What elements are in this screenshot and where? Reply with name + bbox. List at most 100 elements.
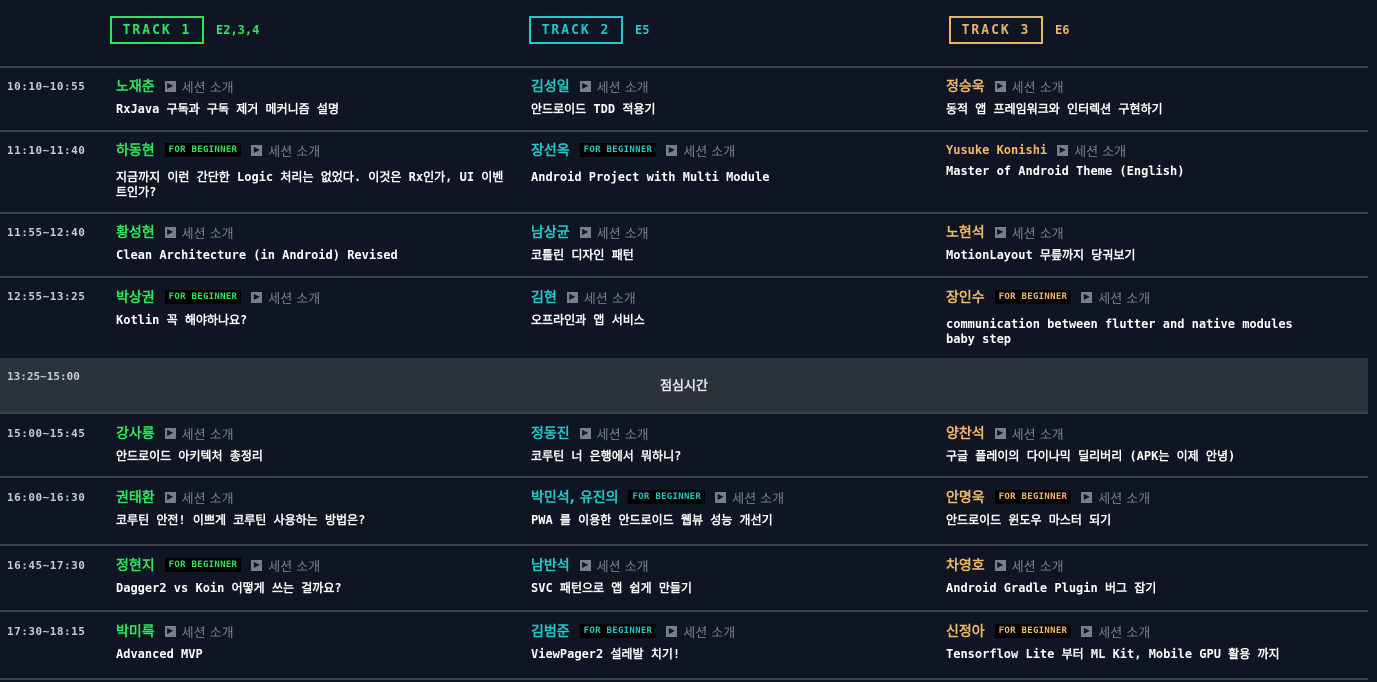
session-intro-link[interactable]: ▶ 세션 소개 [164, 488, 234, 507]
session-intro-link[interactable]: ▶ 세션 소개 [1057, 141, 1126, 160]
video-icon: ▶ [164, 226, 176, 238]
session-title: 오프라인과 앱 서비스 [531, 313, 645, 327]
session-title: Advanced MVP [116, 647, 203, 661]
divider [0, 544, 1368, 546]
video-icon: ▶ [566, 291, 578, 303]
speaker-name: 남상균 [531, 225, 570, 241]
session-cell: 장선옥 FOR BEGINNER ▶ 세션 소개 Android Project … [531, 140, 931, 185]
session-intro-link[interactable]: ▶ 세션 소개 [579, 556, 649, 575]
session-intro-link[interactable]: ▶ 세션 소개 [164, 424, 234, 443]
speaker-name: 차영호 [946, 558, 985, 574]
track-3-header: TRACK 3 E6 [949, 16, 1069, 44]
session-intro-link[interactable]: ▶ 세션 소개 [164, 77, 234, 96]
speaker-name: 하동현 [116, 143, 155, 159]
session-cell: 권태환 ▶ 세션 소개 코루틴 안전! 이쁘게 코루틴 사용하는 방법은? [116, 487, 516, 528]
session-cell: 박상권 FOR BEGINNER ▶ 세션 소개 Kotlin 꼭 해야하나요? [116, 287, 516, 328]
session-title: 코루틴 너 은행에서 뭐하니? [531, 449, 682, 463]
session-intro-link[interactable]: ▶ 세션 소개 [566, 288, 636, 307]
session-cell: Yusuke Konishi ▶ 세션 소개 Master of Android … [946, 140, 1346, 179]
intro-label: 세션 소개 [1098, 625, 1151, 641]
speaker-name: 김범준 [531, 624, 570, 640]
session-title: Kotlin 꼭 해야하나요? [116, 313, 248, 327]
session-intro-link[interactable]: ▶ 세션 소개 [666, 622, 735, 641]
intro-label: 세션 소개 [268, 144, 321, 160]
video-icon: ▶ [1081, 491, 1093, 503]
intro-label: 세션 소개 [268, 559, 321, 575]
session-intro-link[interactable]: ▶ 세션 소개 [251, 288, 320, 307]
divider [0, 678, 1368, 680]
beginner-badge: FOR BEGINNER [164, 143, 242, 157]
divider [0, 130, 1368, 132]
video-icon: ▶ [164, 80, 176, 92]
intro-label: 세션 소개 [181, 625, 234, 641]
session-cell: 정승욱 ▶ 세션 소개 동적 앱 프레임워크와 인터렉션 구현하기 [946, 76, 1346, 117]
session-intro-link[interactable]: ▶ 세션 소개 [994, 77, 1064, 96]
video-icon: ▶ [666, 625, 678, 637]
beginner-badge: FOR BEGINNER [164, 290, 242, 304]
session-title: 코틀린 디자인 패턴 [531, 248, 634, 262]
divider [0, 66, 1368, 68]
speaker-name: Yusuke Konishi [946, 143, 1048, 157]
divider [0, 212, 1368, 214]
session-intro-link[interactable]: ▶ 세션 소개 [579, 223, 649, 242]
intro-label: 세션 소개 [683, 625, 736, 641]
session-intro-link[interactable]: ▶ 세션 소개 [715, 488, 784, 507]
session-cell: 양찬석 ▶ 세션 소개 구글 플레이의 다이나믹 딜리버리 (APK는 이제 안녕… [946, 423, 1356, 464]
track-2-header: TRACK 2 E5 [529, 16, 649, 44]
track-1-header: TRACK 1 E2,3,4 [110, 16, 259, 44]
session-intro-link[interactable]: ▶ 세션 소개 [1081, 622, 1150, 641]
session-intro-link[interactable]: ▶ 세션 소개 [666, 141, 735, 160]
beginner-badge: FOR BEGINNER [628, 490, 706, 504]
speaker-name: 장선옥 [531, 143, 570, 159]
time-slot: 17:30~18:15 [7, 625, 86, 638]
session-cell: 김범준 FOR BEGINNER ▶ 세션 소개 ViewPager2 설레발 치… [531, 621, 931, 662]
session-intro-link[interactable]: ▶ 세션 소개 [994, 223, 1064, 242]
session-title: Tensorflow Lite 부터 ML Kit, Mobile GPU 활용… [946, 647, 1280, 661]
track-2-label: TRACK 2 [529, 16, 623, 44]
video-icon: ▶ [164, 427, 176, 439]
session-title: 안드로이드 윈도우 마스터 되기 [946, 513, 1112, 527]
beginner-badge: FOR BEGINNER [579, 624, 657, 638]
session-intro-link[interactable]: ▶ 세션 소개 [1081, 288, 1150, 307]
session-intro-link[interactable]: ▶ 세션 소개 [994, 556, 1064, 575]
session-intro-link[interactable]: ▶ 세션 소개 [251, 556, 320, 575]
session-cell: 정현지 FOR BEGINNER ▶ 세션 소개 Dagger2 vs Koin … [116, 555, 516, 596]
beginner-badge: FOR BEGINNER [994, 624, 1072, 638]
track-1-room: E2,3,4 [216, 23, 260, 37]
session-intro-link[interactable]: ▶ 세션 소개 [164, 223, 234, 242]
time-slot: 10:10~10:55 [7, 80, 86, 93]
video-icon: ▶ [579, 226, 591, 238]
video-icon: ▶ [579, 559, 591, 571]
session-intro-link[interactable]: ▶ 세션 소개 [164, 622, 234, 641]
session-intro-link[interactable]: ▶ 세션 소개 [994, 424, 1064, 443]
session-title: Clean Architecture (in Android) Revised [116, 248, 398, 262]
session-cell: 노재춘 ▶ 세션 소개 RxJava 구독과 구독 제거 메커니즘 설명 [116, 76, 516, 117]
time-slot: 15:00~15:45 [7, 427, 86, 440]
session-intro-link[interactable]: ▶ 세션 소개 [579, 424, 649, 443]
session-title: Android Project with Multi Module [531, 170, 770, 184]
session-cell: 노현석 ▶ 세션 소개 MotionLayout 무릎까지 당궈보기 [946, 222, 1346, 263]
session-cell: 남반석 ▶ 세션 소개 SVC 패턴으로 앱 쉽게 만들기 [531, 555, 931, 596]
session-title: Master of Android Theme (English) [946, 164, 1185, 178]
intro-label: 세션 소개 [596, 559, 649, 575]
intro-label: 세션 소개 [1098, 491, 1151, 507]
video-icon: ▶ [164, 625, 176, 637]
session-intro-link[interactable]: ▶ 세션 소개 [1081, 488, 1150, 507]
time-slot: 11:55~12:40 [7, 226, 86, 239]
speaker-name: 신정아 [946, 624, 985, 640]
session-cell: 하동현 FOR BEGINNER ▶ 세션 소개 지금까지 이런 간단한 Logi… [116, 140, 506, 200]
session-cell: 김현 ▶ 세션 소개 오프라인과 앱 서비스 [531, 287, 931, 328]
video-icon: ▶ [579, 80, 591, 92]
intro-label: 세션 소개 [1011, 80, 1064, 96]
intro-label: 세션 소개 [596, 427, 649, 443]
intro-label: 세션 소개 [181, 226, 234, 242]
video-icon: ▶ [994, 80, 1006, 92]
speaker-name: 박민석, 유진의 [531, 490, 619, 506]
time-slot: 12:55~13:25 [7, 290, 86, 303]
session-intro-link[interactable]: ▶ 세션 소개 [251, 141, 320, 160]
session-intro-link[interactable]: ▶ 세션 소개 [579, 77, 649, 96]
session-cell: 신정아 FOR BEGINNER ▶ 세션 소개 Tensorflow Lite … [946, 621, 1356, 662]
video-icon: ▶ [715, 491, 727, 503]
video-icon: ▶ [251, 144, 263, 156]
video-icon: ▶ [994, 427, 1006, 439]
